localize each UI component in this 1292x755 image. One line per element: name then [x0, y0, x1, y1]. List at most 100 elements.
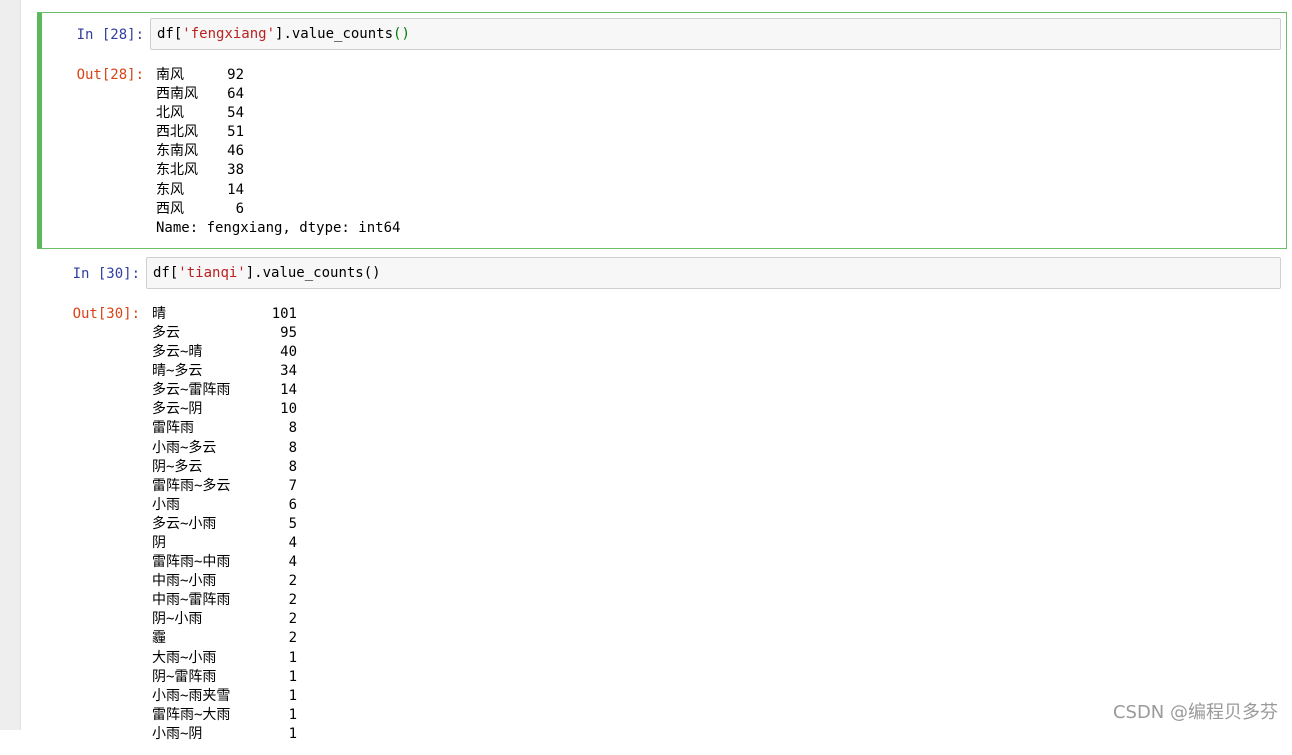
output-key: 阴~雷阵雨 — [152, 668, 240, 687]
output-line: 大雨~小雨1 — [152, 649, 1275, 668]
series-footer: Name: fengxiang, dtype: int64 — [156, 219, 1275, 238]
output-line: 东南风46 — [156, 142, 1275, 161]
output-line: 多云~小雨5 — [152, 515, 1275, 534]
output-line: 晴~多云34 — [152, 362, 1275, 381]
output-value: 46 — [221, 142, 244, 161]
output-value: 40 — [240, 343, 297, 362]
output-value: 10 — [240, 400, 297, 419]
output-value: 1 — [240, 725, 297, 744]
output-key: 小雨~多云 — [152, 439, 240, 458]
csdn-watermark: CSDN @编程贝多芬 — [1113, 698, 1278, 724]
output-line: 中雨~雷阵雨2 — [152, 591, 1275, 610]
code-editor[interactable]: df['fengxiang'].value_counts() — [150, 18, 1281, 50]
output-key: 西北风 — [156, 123, 221, 142]
output-line: 阴~小雨2 — [152, 610, 1275, 629]
output-line: 小雨6 — [152, 496, 1275, 515]
input-prompt: In [28]: — [42, 18, 150, 45]
output-line: 多云95 — [152, 324, 1275, 343]
output-key: 多云~阴 — [152, 400, 240, 419]
output-value: 92 — [221, 66, 244, 85]
output-line: 雷阵雨8 — [152, 419, 1275, 438]
code-string: 'tianqi' — [178, 265, 245, 281]
output-value: 101 — [240, 305, 297, 324]
output-value: 7 — [240, 477, 297, 496]
output-key: 雷阵雨 — [152, 419, 240, 438]
output-value: 2 — [240, 572, 297, 591]
output-key: 大雨~小雨 — [152, 649, 240, 668]
output-line: 雷阵雨~多云7 — [152, 477, 1275, 496]
output-line: 南风92 — [156, 66, 1275, 85]
output-line: 西南风64 — [156, 85, 1275, 104]
output-value: 34 — [240, 362, 297, 381]
output-row: Out[30]: 晴101多云95多云~晴40晴~多云34多云~雷阵雨14多云~… — [38, 297, 1281, 744]
output-value: 4 — [240, 553, 297, 572]
output-key: 西风 — [156, 200, 221, 219]
output-line: 阴~多云8 — [152, 458, 1275, 477]
output-value: 4 — [240, 534, 297, 553]
output-value: 8 — [240, 458, 297, 477]
output-value: 2 — [240, 629, 297, 648]
output-line: 小雨~阴1 — [152, 725, 1275, 744]
output-value: 2 — [240, 591, 297, 610]
output-value: 64 — [221, 85, 244, 104]
output-line: 东风14 — [156, 181, 1275, 200]
code-method: ].value_counts — [246, 265, 364, 281]
left-gutter — [0, 0, 21, 730]
output-list: 晴101多云95多云~晴40晴~多云34多云~雷阵雨14多云~阴10雷阵雨8小雨… — [152, 305, 1275, 744]
output-key: 南风 — [156, 66, 221, 85]
output-area: 晴101多云95多云~晴40晴~多云34多云~雷阵雨14多云~阴10雷阵雨8小雨… — [146, 297, 1281, 744]
code-editor[interactable]: df['tianqi'].value_counts() — [146, 257, 1281, 289]
code-prefix: df[ — [157, 26, 182, 42]
input-prompt: In [30]: — [38, 257, 146, 284]
output-key: 阴~多云 — [152, 458, 240, 477]
code-cell-30[interactable]: In [30]: df['tianqi'].value_counts() Out… — [37, 251, 1287, 755]
output-key: 东北风 — [156, 161, 221, 180]
output-key: 晴~多云 — [152, 362, 240, 381]
output-line: 西北风51 — [156, 123, 1275, 142]
output-line: 西风6 — [156, 200, 1275, 219]
output-key: 东南风 — [156, 142, 221, 161]
output-key: 西南风 — [156, 85, 221, 104]
output-key: 小雨~阴 — [152, 725, 240, 744]
code-parens: () — [393, 26, 410, 42]
output-line: 多云~阴10 — [152, 400, 1275, 419]
output-value: 1 — [240, 706, 297, 725]
output-key: 多云~晴 — [152, 343, 240, 362]
output-line: 霾2 — [152, 629, 1275, 648]
output-key: 小雨 — [152, 496, 240, 515]
output-key: 北风 — [156, 104, 221, 123]
code-parens: () — [364, 265, 381, 281]
code-string: 'fengxiang' — [182, 26, 275, 42]
output-key: 多云~小雨 — [152, 515, 240, 534]
output-key: 多云 — [152, 324, 240, 343]
output-value: 95 — [240, 324, 297, 343]
output-key: 中雨~雷阵雨 — [152, 591, 240, 610]
output-line: 雷阵雨~中雨4 — [152, 553, 1275, 572]
output-key: 东风 — [156, 181, 221, 200]
output-key: 霾 — [152, 629, 240, 648]
output-key: 小雨~雨夹雪 — [152, 687, 240, 706]
output-value: 8 — [240, 439, 297, 458]
output-prompt: Out[30]: — [38, 297, 146, 324]
output-key: 雷阵雨~多云 — [152, 477, 240, 496]
output-value: 14 — [240, 381, 297, 400]
output-value: 6 — [240, 496, 297, 515]
code-cell-28[interactable]: In [28]: df['fengxiang'].value_counts() … — [37, 12, 1287, 249]
output-line: 阴4 — [152, 534, 1275, 553]
output-line: 北风54 — [156, 104, 1275, 123]
output-line: 多云~晴40 — [152, 343, 1275, 362]
output-key: 雷阵雨~中雨 — [152, 553, 240, 572]
output-value: 1 — [240, 687, 297, 706]
output-line: 东北风38 — [156, 161, 1275, 180]
output-value: 1 — [240, 649, 297, 668]
output-key: 阴 — [152, 534, 240, 553]
output-line: 多云~雷阵雨14 — [152, 381, 1275, 400]
output-area: 南风92西南风64北风54西北风51东南风46东北风38东风14西风6 Name… — [150, 58, 1281, 238]
output-value: 2 — [240, 610, 297, 629]
notebook-container: In [28]: df['fengxiang'].value_counts() … — [37, 12, 1287, 755]
output-value: 1 — [240, 668, 297, 687]
output-key: 阴~小雨 — [152, 610, 240, 629]
output-value: 5 — [240, 515, 297, 534]
output-line: 晴101 — [152, 305, 1275, 324]
output-prompt: Out[28]: — [42, 58, 150, 85]
